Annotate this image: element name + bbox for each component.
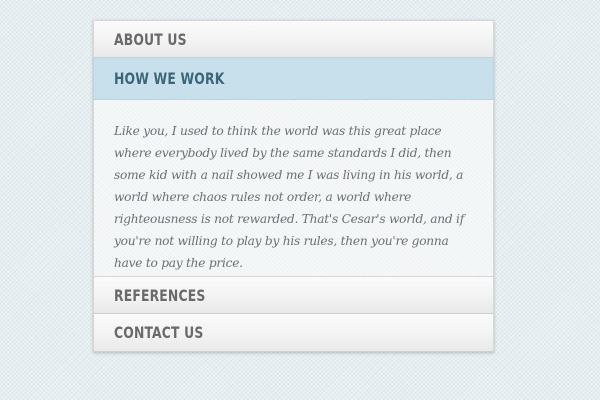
accordion-header-label: ABOUT US	[114, 29, 187, 49]
accordion-panel-how-we-work: Like you, I used to think the world was …	[93, 100, 494, 276]
accordion-header-how-we-work[interactable]: HOW WE WORK	[93, 58, 494, 100]
accordion-header-label: REFERENCES	[114, 285, 206, 305]
accordion-header-label: HOW WE WORK	[114, 69, 225, 88]
accordion-header-label: CONTACT US	[114, 323, 204, 342]
accordion-header-contact-us[interactable]: CONTACT US	[93, 314, 494, 352]
panel-text: Like you, I used to think the world was …	[114, 124, 464, 270]
accordion-header-about-us[interactable]: ABOUT US	[93, 20, 494, 58]
accordion: ABOUT US HOW WE WORK Like you, I used to…	[93, 20, 494, 352]
accordion-header-references[interactable]: REFERENCES	[93, 276, 494, 314]
